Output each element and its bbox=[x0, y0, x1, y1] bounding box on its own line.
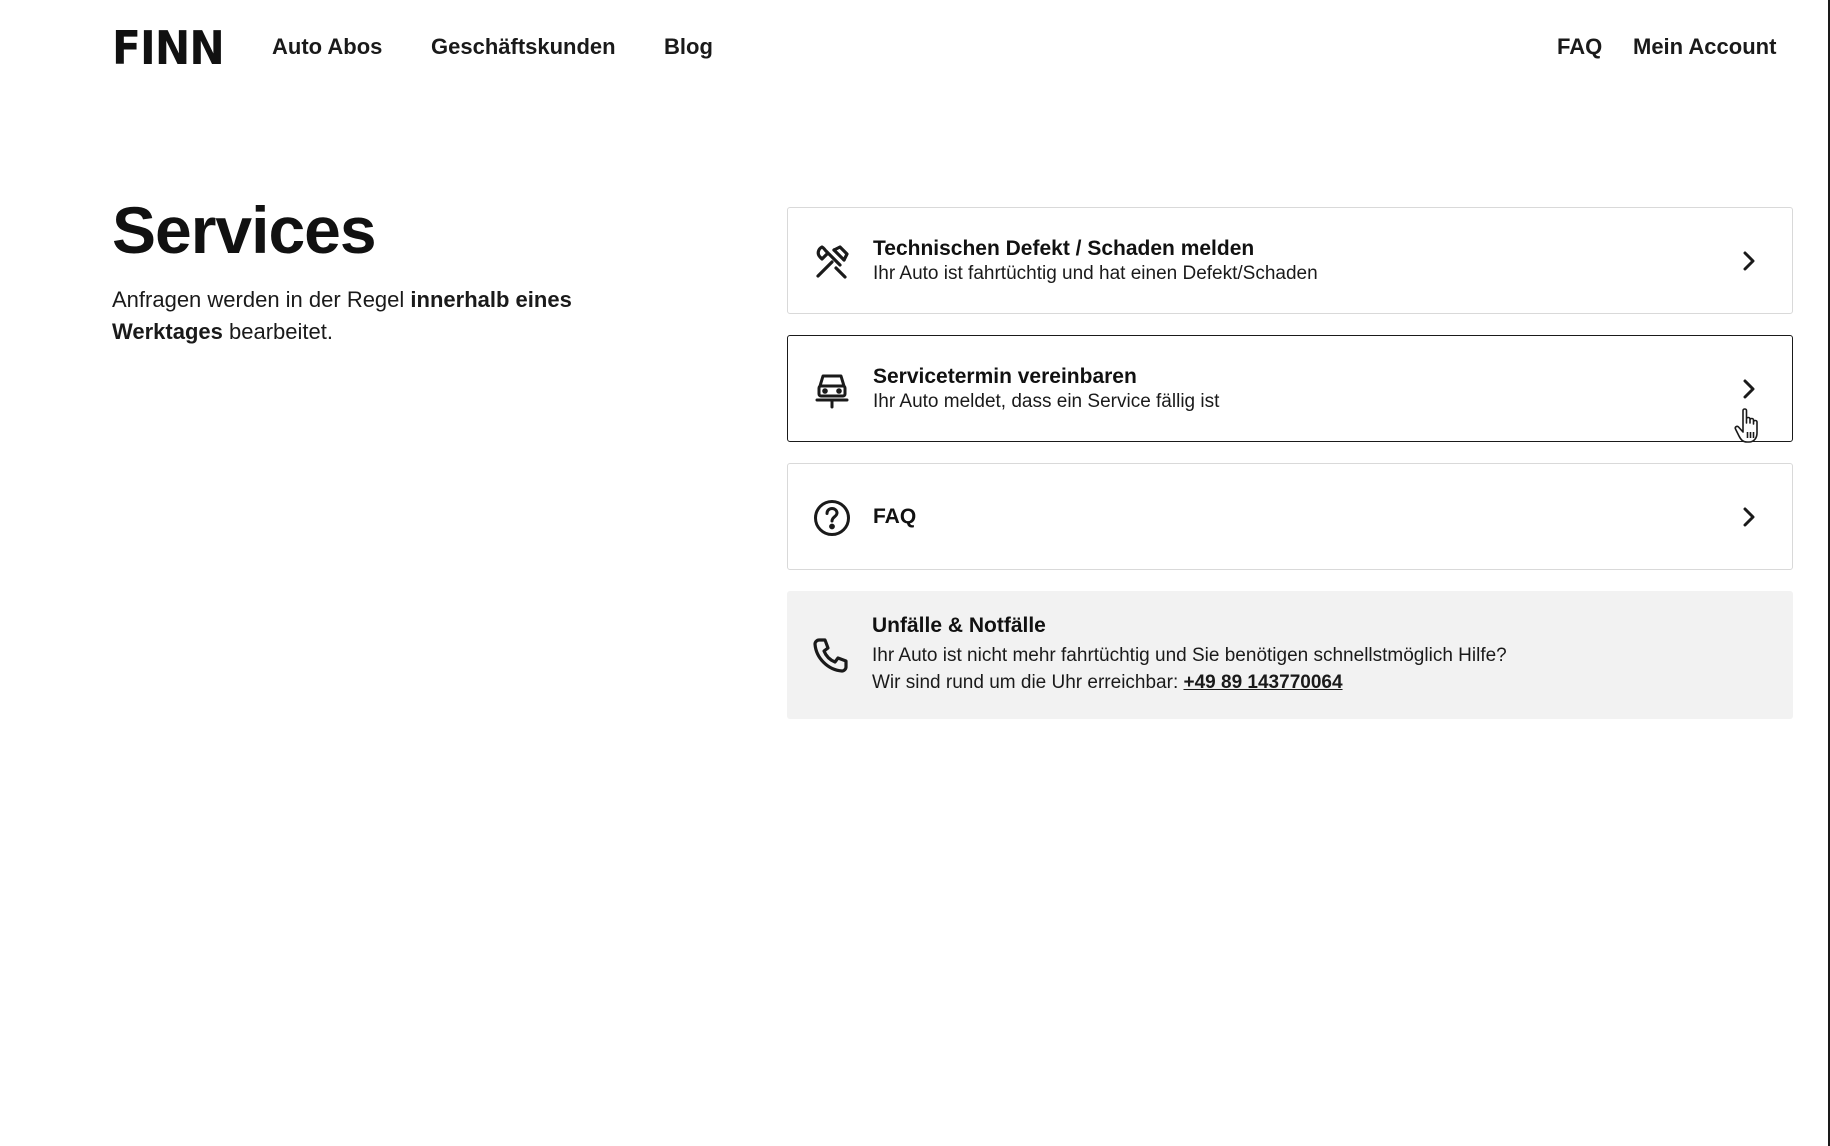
emergency-box: Unfälle & Notfälle Ihr Auto ist nicht me… bbox=[787, 591, 1793, 719]
page-title: Services bbox=[112, 193, 377, 267]
nav-mein-account[interactable]: Mein Account bbox=[1633, 33, 1776, 61]
card-report-defect[interactable]: Technischen Defekt / Schaden melden Ihr … bbox=[787, 207, 1793, 314]
card-title: Technischen Defekt / Schaden melden bbox=[873, 237, 1255, 260]
site-header: FINN Auto Abos Geschäftskunden Blog FAQ … bbox=[0, 0, 1830, 96]
card-title: Servicetermin vereinbaren bbox=[873, 365, 1137, 388]
intro-text: Anfragen werden in der Regel innerhalb e… bbox=[112, 284, 632, 348]
finn-logo[interactable]: FINN bbox=[112, 24, 225, 72]
nav-faq[interactable]: FAQ bbox=[1557, 33, 1602, 61]
card-subtitle: Ihr Auto ist fahrtüchtig und hat einen D… bbox=[873, 263, 1318, 284]
card-faq[interactable]: FAQ bbox=[787, 463, 1793, 570]
chevron-right-icon bbox=[1736, 248, 1762, 274]
chevron-right-icon bbox=[1736, 376, 1762, 402]
emergency-contact: Wir sind rund um die Uhr erreichbar: +49… bbox=[872, 670, 1343, 696]
emergency-contact-prefix: Wir sind rund um die Uhr erreichbar: bbox=[872, 672, 1184, 693]
tools-icon bbox=[812, 242, 852, 282]
card-subtitle: Ihr Auto meldet, dass ein Service fällig… bbox=[873, 391, 1220, 412]
chevron-right-icon bbox=[1736, 504, 1762, 530]
phone-icon bbox=[811, 635, 851, 675]
phone-link[interactable]: +49 89 143770064 bbox=[1184, 672, 1343, 693]
nav-blog[interactable]: Blog bbox=[664, 33, 713, 61]
page: FINN Auto Abos Geschäftskunden Blog FAQ … bbox=[0, 0, 1830, 1146]
car-service-icon bbox=[812, 370, 852, 410]
emergency-title: Unfälle & Notfälle bbox=[872, 614, 1046, 637]
card-title: FAQ bbox=[873, 505, 917, 528]
emergency-text: Ihr Auto ist nicht mehr fahrtüchtig und … bbox=[872, 645, 1507, 666]
intro-part-2: bearbeitet. bbox=[222, 319, 333, 344]
nav-geschaeftskunden[interactable]: Geschäftskunden bbox=[431, 33, 616, 61]
hand-cursor-icon bbox=[1733, 406, 1767, 446]
card-service-appointment[interactable]: Servicetermin vereinbaren Ihr Auto melde… bbox=[787, 335, 1793, 442]
intro-part-1: Anfragen werden in der Regel bbox=[112, 287, 411, 312]
nav-auto-abos[interactable]: Auto Abos bbox=[272, 33, 382, 61]
question-circle-icon bbox=[812, 498, 852, 538]
